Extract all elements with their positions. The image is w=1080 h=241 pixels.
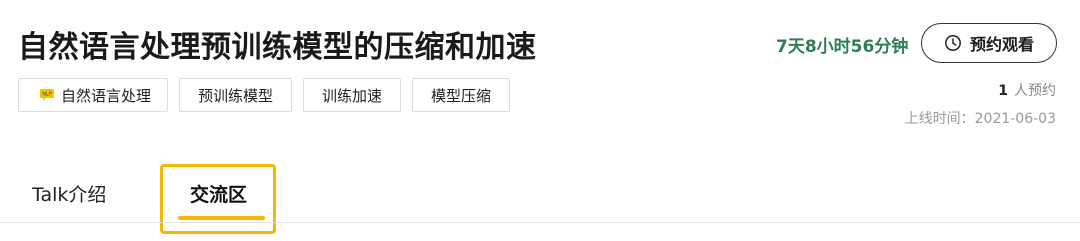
tag-label: 自然语言处理 (61, 86, 152, 105)
countdown-timer: 7天8小时56分钟 (776, 37, 909, 57)
nlp-icon: NLP (39, 88, 55, 102)
tag-training-acceleration[interactable]: 训练加速 (303, 78, 402, 112)
tag-label: 预训练模型 (198, 86, 274, 105)
tab-exchange-area[interactable]: 交流区 (190, 180, 247, 207)
svg-text:NLP: NLP (42, 92, 52, 98)
tag-model-compression[interactable]: 模型压缩 (412, 78, 511, 112)
reserve-button-label: 预约观看 (969, 35, 1034, 54)
reservation-number: 1 (998, 83, 1008, 99)
reserve-watch-button[interactable]: 预约观看 (921, 23, 1057, 63)
active-tab-indicator (178, 216, 265, 220)
tag-label: 训练加速 (322, 86, 383, 105)
clock-icon (944, 34, 962, 52)
tab-talk-intro[interactable]: Talk介绍 (32, 180, 106, 207)
tag-nlp[interactable]: NLP 自然语言处理 (18, 78, 169, 112)
reservation-suffix: 人预约 (1014, 83, 1056, 99)
tab-divider (0, 222, 1080, 223)
tag-pretrained-model[interactable]: 预训练模型 (179, 78, 293, 112)
tag-label: 模型压缩 (431, 86, 492, 105)
online-time: 上线时间：2021-06-03 (904, 111, 1056, 127)
page-title: 自然语言处理预训练模型的压缩和加速 (18, 30, 537, 65)
tag-list: NLP 自然语言处理 预训练模型 训练加速 模型压缩 (18, 78, 511, 112)
reservation-count: 1 人预约 (998, 80, 1056, 100)
